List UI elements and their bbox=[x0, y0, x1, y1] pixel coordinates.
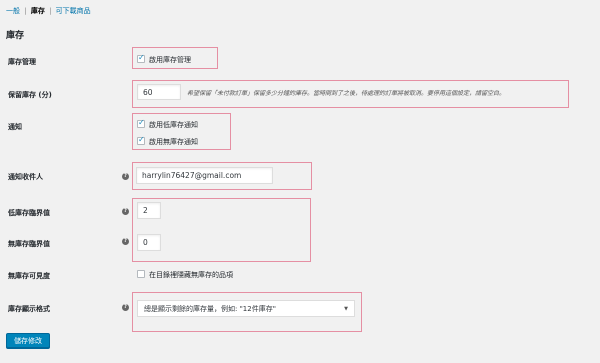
out-threshold-input[interactable]: 0 bbox=[137, 234, 161, 251]
chevron-down-icon: ▼ bbox=[344, 305, 348, 312]
help-icon[interactable]: ? bbox=[122, 304, 129, 311]
out-of-stock-notification-checkbox[interactable] bbox=[137, 135, 145, 145]
manage-stock-label: 庫存管理 bbox=[8, 58, 36, 66]
low-stock-notification-checkbox[interactable] bbox=[137, 118, 145, 128]
hold-stock-input[interactable]: 60 bbox=[137, 84, 181, 100]
subnav-downloadable-link[interactable]: 可下載商品 bbox=[56, 7, 91, 15]
manage-stock-checkbox[interactable] bbox=[137, 53, 145, 63]
recipient-email-input[interactable]: harrylin76427@gmail.com bbox=[136, 167, 273, 184]
stock-format-selected-value: 總是顯示剩餘的庫存量，例如: "12件庫存" bbox=[144, 304, 276, 313]
display-format-label: 庫存顯示格式 bbox=[8, 305, 50, 313]
out-of-stock-notification-label: 啟用無庫存通知 bbox=[149, 138, 198, 146]
subnav-general-link[interactable]: 一般 bbox=[6, 7, 20, 15]
save-changes-button[interactable]: 儲存修改 bbox=[6, 333, 50, 348]
help-icon[interactable]: ? bbox=[122, 208, 129, 215]
subnav-separator: | bbox=[24, 7, 27, 15]
hide-out-of-stock-checkbox[interactable] bbox=[137, 270, 145, 278]
hold-stock-description: 希望保留「未付款訂單」保留多少分鐘的庫存。當時間到了之後，待處理的訂單將被取消。… bbox=[187, 90, 506, 97]
hold-stock-label: 保留庫存 (分) bbox=[8, 91, 52, 99]
hide-out-of-stock-label: 在目錄裡隱藏無庫存的品項 bbox=[149, 271, 233, 279]
low-stock-notification-label: 啟用低庫存通知 bbox=[149, 121, 198, 129]
help-icon[interactable]: ? bbox=[122, 238, 129, 245]
manage-stock-checkbox-label: 啟用庫存管理 bbox=[149, 56, 191, 64]
low-threshold-input[interactable]: 2 bbox=[137, 202, 161, 219]
stock-format-select[interactable]: 總是顯示剩餘的庫存量，例如: "12件庫存" ▼ bbox=[137, 300, 355, 317]
low-threshold-label: 低庫存臨界值 bbox=[8, 209, 50, 217]
subnav-separator: | bbox=[49, 7, 52, 15]
recipient-label: 通知收件人 bbox=[8, 173, 43, 181]
out-threshold-label: 無庫存臨界值 bbox=[8, 240, 50, 248]
help-icon[interactable]: ? bbox=[122, 173, 129, 180]
notifications-label: 通知 bbox=[8, 123, 22, 131]
subnav: 一般 | 庫存 | 可下載商品 bbox=[6, 6, 91, 16]
visibility-label: 無庫存可見度 bbox=[8, 272, 50, 280]
section-title: 庫存 bbox=[6, 31, 25, 41]
subnav-inventory-current: 庫存 bbox=[30, 7, 45, 15]
